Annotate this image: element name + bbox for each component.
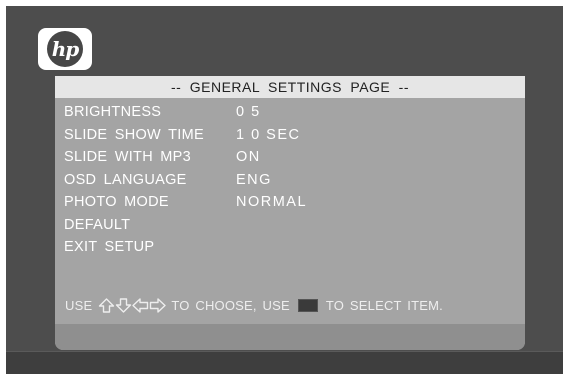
menu-item-brightness[interactable]: BRIGHTNESS 0 5 (64, 101, 307, 124)
hp-logo: hp (38, 28, 92, 70)
down-arrow-icon (116, 298, 132, 313)
menu-item-value: ENG (236, 171, 272, 188)
menu-item-slide-with-mp3[interactable]: SLIDE WITH MP3 ON (64, 146, 307, 169)
right-arrow-icon (150, 298, 167, 313)
menu-item-photo-mode[interactable]: PHOTO MODE NORMAL (64, 191, 307, 214)
screen-bottom-band (6, 351, 563, 374)
menu-item-label: BRIGHTNESS (64, 104, 162, 121)
menu-item-default[interactable]: DEFAULT (64, 214, 307, 237)
settings-menu: BRIGHTNESS 0 5 SLIDE SHOW TIME 1 0 SEC S… (64, 101, 307, 259)
hp-logo-mark: hp (47, 31, 83, 67)
menu-item-value: NORMAL (236, 194, 308, 211)
menu-item-value: 1 0 SEC (236, 126, 301, 143)
menu-item-label: DEFAULT (64, 216, 131, 233)
enter-key-icon (297, 299, 318, 312)
menu-item-label: SLIDE SHOW TIME (64, 126, 204, 143)
menu-item-value: ON (236, 149, 261, 166)
menu-item-osd-language[interactable]: OSD LANGUAGE ENG (64, 169, 307, 192)
navigation-hint: USE TO CHOOSE, USE TO SELECT ITEM. (65, 298, 443, 313)
settings-panel: -- GENERAL SETTINGS PAGE -- BRIGHTNESS 0… (55, 76, 525, 350)
tv-screen: hp -- GENERAL SETTINGS PAGE -- BRIGHTNES… (6, 6, 563, 374)
menu-item-slide-show-time[interactable]: SLIDE SHOW TIME 1 0 SEC (64, 124, 307, 147)
hint-prefix: USE (65, 298, 93, 313)
menu-item-label: PHOTO MODE (64, 194, 169, 211)
hint-suffix: TO SELECT ITEM. (325, 298, 443, 313)
hint-middle: TO CHOOSE, USE (171, 298, 290, 313)
page-title: -- GENERAL SETTINGS PAGE -- (55, 76, 525, 98)
panel-footer (55, 324, 525, 350)
arrow-keys (98, 298, 167, 313)
menu-item-value: 0 5 (236, 104, 261, 121)
menu-item-label: SLIDE WITH MP3 (64, 149, 192, 166)
left-arrow-icon (132, 298, 149, 313)
menu-item-label: EXIT SETUP (64, 239, 155, 256)
menu-item-exit-setup[interactable]: EXIT SETUP (64, 236, 307, 259)
menu-item-label: OSD LANGUAGE (64, 171, 187, 188)
up-arrow-icon (99, 298, 115, 313)
